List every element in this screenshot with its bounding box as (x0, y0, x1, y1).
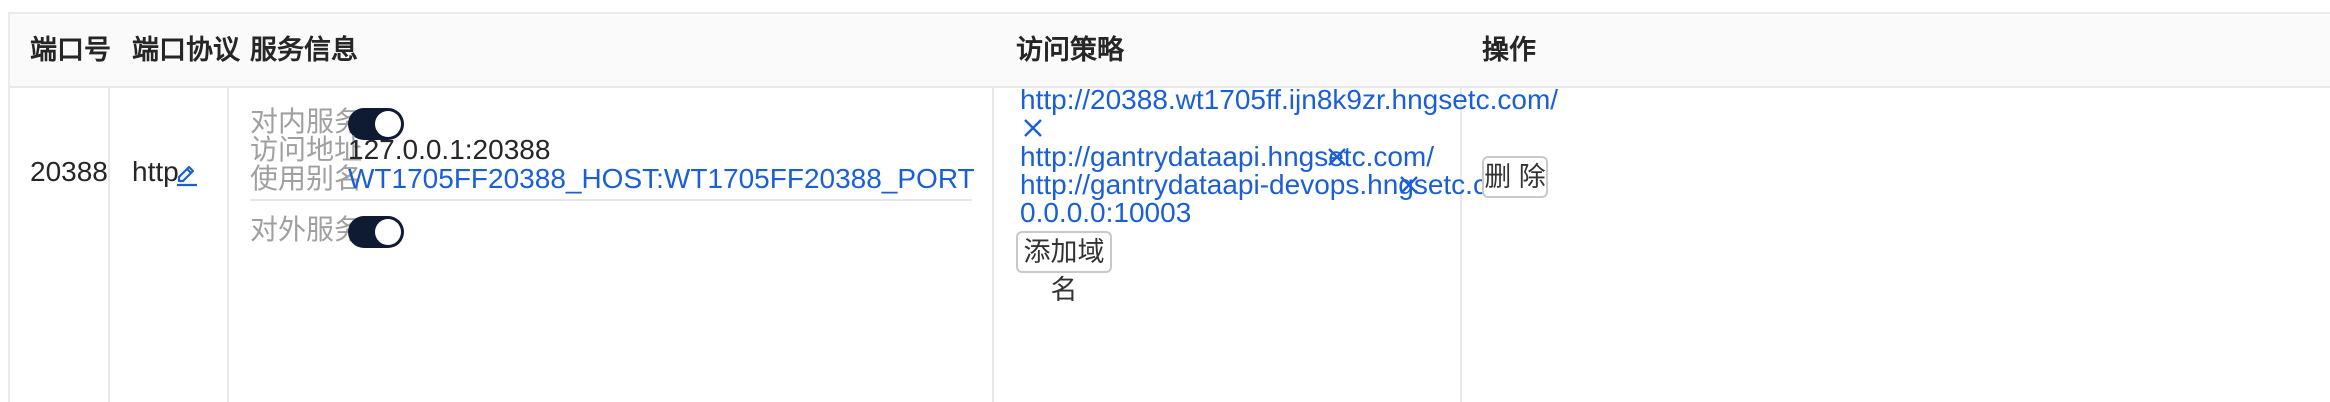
external-service-label: 对外服务 (250, 214, 363, 245)
protocol-value: http (132, 156, 179, 187)
header-port: 端口号 (30, 35, 111, 65)
remove-domain-icon[interactable] (1396, 167, 1424, 203)
header-service-info: 服务信息 (250, 35, 358, 65)
edit-icon[interactable] (173, 159, 201, 187)
domain-link[interactable]: http://20388.wt1705ff.ijn8k9zr.hngsetc.c… (1020, 82, 1558, 118)
column-divider (227, 88, 229, 402)
alias-label: 使用别名 (250, 163, 363, 194)
column-divider (992, 88, 994, 402)
header-protocol: 端口协议 (132, 35, 240, 65)
external-service-toggle[interactable] (348, 216, 404, 248)
toggle-knob (375, 219, 401, 245)
header-operation: 操作 (1482, 35, 1536, 65)
table-header: 端口号 端口协议 服务信息 访问策略 操作 (10, 14, 2330, 88)
alias-link[interactable]: WT1705FF20388_HOST:WT1705FF20388_PORT (348, 161, 975, 197)
add-domain-button[interactable]: 添加域名 (1016, 231, 1112, 305)
bind-address-link[interactable]: 0.0.0.0:10003 (1020, 195, 1191, 231)
port-value: 20388 (30, 156, 108, 187)
ports-table: 端口号 端口协议 服务信息 访问策略 操作 20388 http 对内服务 访问… (8, 12, 2330, 402)
service-divider (250, 199, 972, 201)
column-divider (1460, 88, 1462, 402)
delete-button[interactable]: 删 除 (1482, 156, 1548, 198)
column-divider (108, 88, 110, 402)
header-access-policy: 访问策略 (1016, 35, 1124, 65)
